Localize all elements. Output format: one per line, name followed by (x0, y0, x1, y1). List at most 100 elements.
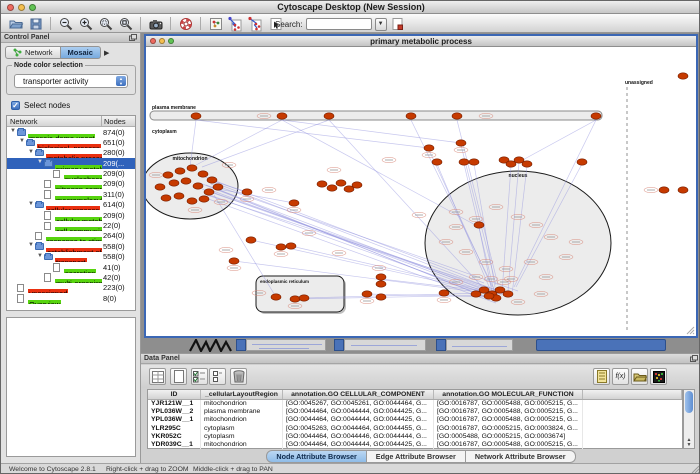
disclosure-icon[interactable]: ▼ (37, 159, 43, 165)
network-node[interactable] (469, 159, 479, 165)
network-node[interactable] (424, 145, 434, 151)
network-node[interactable] (199, 196, 209, 202)
attribute-list-icon[interactable] (593, 368, 610, 385)
network-node[interactable] (362, 291, 372, 297)
network-node[interactable] (459, 159, 469, 165)
network-node[interactable] (376, 294, 386, 300)
network-node[interactable] (299, 295, 309, 301)
zoom-selected-icon[interactable] (97, 16, 114, 32)
network-node[interactable] (193, 183, 203, 189)
disclosure-icon[interactable]: ▼ (28, 149, 34, 155)
table-column-header[interactable]: ID (148, 390, 201, 399)
attribute-checklist-icon[interactable] (191, 368, 208, 385)
delete-attribute-icon[interactable] (230, 368, 247, 385)
background-window-fragment[interactable] (536, 339, 666, 351)
table-column-header[interactable]: annotation.GO CELLULAR_COMPONENT (283, 390, 434, 399)
network-node[interactable] (286, 243, 296, 249)
attribute-checklist-small-icon[interactable] (209, 368, 226, 385)
tree-row-transport[interactable]: ▼transport558(0) (7, 252, 135, 262)
tree-row-primary-metabolic[interactable]: ▼primary metabolic209(... (7, 158, 135, 168)
open-file-icon[interactable] (7, 16, 24, 32)
tab-node-attribute-browser[interactable]: Node Attribute Browser (266, 450, 366, 463)
table-row[interactable]: YLR295Ccytoplasm[GO:0045263, GO:0044464,… (148, 425, 682, 433)
help-lifering-icon[interactable] (177, 16, 194, 32)
network-node[interactable] (198, 171, 208, 177)
network-node[interactable] (406, 113, 416, 119)
network-node[interactable] (577, 159, 587, 165)
network-node[interactable] (317, 181, 327, 187)
network-node[interactable] (289, 200, 299, 206)
network-node[interactable] (336, 180, 346, 186)
tab-edge-attribute-browser[interactable]: Edge Attribute Browser (367, 450, 466, 463)
network-node[interactable] (204, 189, 214, 195)
tree-row-establishment-of-lo[interactable]: ▼establishment of lo558(0) (7, 241, 135, 251)
attribute-matrix-icon[interactable] (650, 368, 667, 385)
background-window-fragment[interactable] (436, 339, 446, 351)
float-panel-icon[interactable] (690, 355, 698, 362)
disclosure-icon[interactable]: ▼ (28, 242, 34, 248)
disclosure-icon[interactable]: ▼ (19, 138, 25, 144)
network-node[interactable] (474, 222, 484, 228)
network-node[interactable] (163, 172, 173, 178)
function-builder-icon[interactable]: f(x) (612, 368, 629, 385)
tree-row-biological-process[interactable]: ▼biological_process651(0) (7, 137, 135, 147)
network-node[interactable] (207, 177, 217, 183)
table-scrollbar[interactable]: ▲▼ (683, 389, 695, 449)
background-window-fragment[interactable] (446, 339, 513, 351)
tree-row-cell-communicat[interactable]: cell communicat22(0) (7, 221, 135, 231)
zoom-out-icon[interactable] (57, 16, 74, 32)
network-node[interactable] (376, 281, 386, 287)
network-node[interactable] (376, 274, 386, 280)
float-panel-icon[interactable] (129, 34, 137, 41)
disclosure-icon[interactable]: ▼ (28, 201, 34, 207)
tree-row-overview[interactable]: Overview8(0) (7, 293, 135, 303)
search-options-icon[interactable] (390, 16, 407, 32)
select-attributes-icon[interactable] (149, 368, 166, 385)
network-node[interactable] (181, 178, 191, 184)
network-node[interactable] (484, 293, 494, 299)
network-node[interactable] (439, 290, 449, 296)
zoom-fit-icon[interactable] (117, 16, 134, 32)
tree-row-metabolic-process[interactable]: ▼metabolic process280(0) (7, 148, 135, 158)
tree-row-nitrogen-compo[interactable]: nitrogen compo209(0) (7, 179, 135, 189)
search-dropdown-button[interactable]: ▼ (375, 18, 387, 31)
layout-2-icon[interactable] (247, 16, 264, 32)
network-node[interactable] (678, 187, 688, 193)
snapshot-camera-icon[interactable] (147, 16, 164, 32)
search-input[interactable] (306, 18, 372, 30)
background-window-fragment[interactable] (344, 339, 426, 351)
network-node[interactable] (271, 294, 281, 300)
network-node[interactable] (187, 165, 197, 171)
network-node[interactable] (432, 159, 442, 165)
background-window-fragment[interactable] (236, 339, 246, 351)
tree-row-macromolecule[interactable]: macromolecule311(0) (7, 189, 135, 199)
network-node[interactable] (678, 73, 688, 79)
tab-network-attribute-browser[interactable]: Network Attribute Browser (466, 450, 576, 463)
network-node[interactable] (161, 195, 171, 201)
network-node[interactable] (229, 258, 239, 264)
tree-col-network[interactable]: Network (10, 117, 38, 126)
disclosure-icon[interactable]: ▼ (10, 128, 16, 134)
network-node[interactable] (169, 180, 179, 186)
tree-row-cellular-metabo[interactable]: cellular metabo209(0) (7, 210, 135, 220)
network-node[interactable] (591, 113, 601, 119)
network-node[interactable] (246, 237, 256, 243)
table-column-header[interactable]: annotation.GO MOLECULAR_FUNCTION (434, 390, 583, 399)
background-window-fragment[interactable] (334, 339, 344, 351)
node-color-dropdown[interactable]: transporter activity ▲▼ (14, 74, 128, 88)
network-node[interactable] (174, 193, 184, 199)
new-attribute-icon[interactable] (170, 368, 187, 385)
network-node[interactable] (277, 113, 287, 119)
table-column-header[interactable] (583, 390, 682, 399)
network-node[interactable] (290, 296, 300, 302)
resize-grip-icon[interactable] (691, 465, 700, 474)
network-node[interactable] (191, 113, 201, 119)
birdseye-view[interactable] (6, 317, 136, 457)
network-node[interactable] (456, 140, 466, 146)
tree-row-response-to-stimulu[interactable]: response to stimulu264(0) (7, 231, 135, 241)
table-row[interactable]: YJR121W__1mitochondrion[GO:0045267, GO:0… (148, 400, 682, 408)
tree-row-nucleobase-[interactable]: nucleobase-209(0) (7, 169, 135, 179)
disclosure-icon[interactable]: ▼ (37, 253, 43, 259)
tab-mosaic[interactable]: Mosaic (61, 46, 101, 59)
table-column-header[interactable]: _cellularLayoutRegion (201, 390, 283, 399)
